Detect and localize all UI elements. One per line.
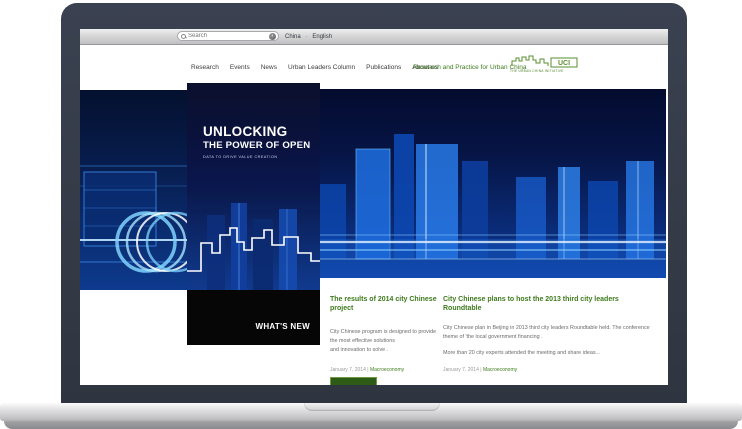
neon-city-left-art xyxy=(80,90,187,290)
nav-item-events[interactable]: Events xyxy=(230,64,250,71)
lang-china-link[interactable]: China xyxy=(285,34,301,40)
laptop-base-notch xyxy=(304,403,440,411)
article-excerpt: City Chinese plan in Beijing in 2013 thi… xyxy=(443,324,651,342)
nav-item-research[interactable]: Research xyxy=(191,64,219,71)
website-screen: › China - English Research Events News U… xyxy=(80,29,668,385)
meta-separator: | xyxy=(480,367,481,373)
article-category-link[interactable]: Macroeconomy xyxy=(483,367,517,373)
lang-english-link[interactable]: English xyxy=(312,34,332,40)
laptop-base-edge xyxy=(4,421,738,429)
article-card: The results of 2014 city Chinese project… xyxy=(330,295,444,373)
article-excerpt: More than 20 city experts attended the m… xyxy=(443,349,651,358)
logo-skyline-icon: UCI xyxy=(510,54,582,68)
article-title-link[interactable]: City Chinese plans to host the 2013 thir… xyxy=(443,295,651,314)
search-go-icon[interactable]: › xyxy=(269,33,276,40)
hero-subheadline: DATA TO DRIVE VALUE CREATION xyxy=(203,155,277,159)
whats-new-label: WHAT'S NEW xyxy=(255,322,310,331)
logo-name: THE URBAN CHINA INITIATIVE xyxy=(510,69,582,73)
article-excerpt: City Chinese program is designed to prov… xyxy=(330,328,444,355)
logo-mark: UCI xyxy=(558,60,570,67)
hero-panel-cityscape xyxy=(187,193,320,290)
search-input[interactable] xyxy=(188,33,269,39)
nav-item-publications[interactable]: Publications xyxy=(366,64,401,71)
lang-separator: - xyxy=(306,34,308,40)
hero-image-right xyxy=(320,89,666,278)
article-title-link[interactable]: The results of 2014 city Chinese project xyxy=(330,295,444,314)
neon-city-right-art xyxy=(320,89,666,278)
nav-item-news[interactable]: News xyxy=(261,64,277,71)
hero-panel-bottom xyxy=(187,290,320,345)
article-meta: January 7, 2014 | Macroeconomy xyxy=(330,367,444,373)
hero-headline-line2: THE POWER OF OPEN xyxy=(203,140,310,151)
search-box[interactable]: › xyxy=(177,31,279,41)
skyline-outline-icon xyxy=(187,193,320,290)
article-card: City Chinese plans to host the 2013 thir… xyxy=(443,295,651,373)
hero-panel: UNLOCKING THE POWER OF OPEN DATA TO DRIV… xyxy=(187,83,320,345)
main-nav: Research Events News Urban Leaders Colum… xyxy=(191,64,438,71)
search-icon xyxy=(181,34,186,39)
article-date: January 7, 2014 xyxy=(443,367,479,373)
utility-bar: › China - English xyxy=(80,29,668,45)
uci-logo[interactable]: UCI THE URBAN CHINA INITIATIVE xyxy=(510,54,582,73)
read-more-button[interactable] xyxy=(330,377,377,385)
article-category-link[interactable]: Macroeconomy xyxy=(370,367,404,373)
hero-headline-line1: UNLOCKING xyxy=(203,124,287,139)
meta-separator: | xyxy=(367,367,368,373)
article-meta: January 7, 2014 | Macroeconomy xyxy=(443,367,651,373)
nav-item-urban-leaders-column[interactable]: Urban Leaders Column xyxy=(288,64,355,71)
article-date: January 7, 2014 xyxy=(330,367,366,373)
laptop-mockup: › China - English Research Events News U… xyxy=(0,0,742,429)
hero-image-left xyxy=(80,90,187,290)
language-switcher: China - English xyxy=(285,29,332,44)
